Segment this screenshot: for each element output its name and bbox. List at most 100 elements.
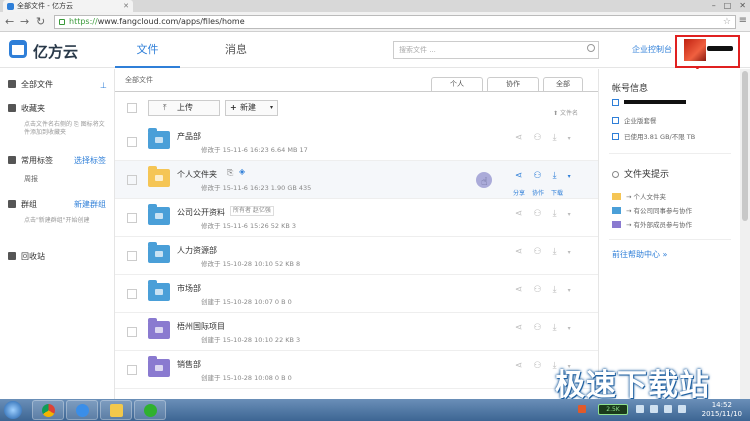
taskbar-app-s[interactable] <box>66 400 98 420</box>
download-icon[interactable]: ⤓ <box>553 285 557 295</box>
search-icon[interactable] <box>587 44 595 52</box>
sidebar-item-trash[interactable]: 回收站 <box>8 251 45 262</box>
tab-messages[interactable]: 消息 <box>206 32 266 68</box>
search-input[interactable]: 搜索文件 ... <box>393 41 599 59</box>
collab-icon[interactable]: ⚇ <box>534 133 542 143</box>
file-name[interactable]: 人力资源部 <box>177 245 217 256</box>
select-tags-link[interactable]: 选择标签 <box>74 155 106 166</box>
sidebar-item-all-files[interactable]: 全部文件 <box>8 79 53 90</box>
filter-tab-personal[interactable]: 个人 <box>431 77 483 91</box>
chevron-down-icon[interactable]: ▾ <box>568 249 571 256</box>
taskbar-wechat[interactable] <box>134 400 166 420</box>
collab-icon[interactable]: ⚇ <box>534 171 542 181</box>
table-row[interactable]: 梧州国际项目 创建于 15-10-28 10:10 22 KB 3 ⋖ ⚇ ⤓ ▾ <box>115 313 598 351</box>
tray-icon[interactable] <box>650 405 658 413</box>
row-checkbox[interactable] <box>127 137 137 147</box>
reload-icon[interactable]: ↻ <box>36 15 45 28</box>
new-group-link[interactable]: 新建群组 <box>74 199 106 210</box>
file-name[interactable]: 梧州国际项目 <box>177 321 225 332</box>
row-checkbox[interactable] <box>127 365 137 375</box>
browser-tab[interactable]: 全部文件 - 亿方云 ✕ <box>3 0 133 12</box>
table-row[interactable]: 产品部 修改于 15-11-6 16:23 6.64 MB 17 ⋖ ⚇ ⤓ ▾ <box>115 123 598 161</box>
collab-icon[interactable]: ⚇ <box>534 361 542 371</box>
table-row[interactable]: 人力资源部 修改于 15-10-28 10:10 52 KB 8 ⋖ ⚇ ⤓ ▾ <box>115 237 598 275</box>
volume-icon[interactable] <box>664 405 672 413</box>
close-window-icon[interactable]: ✕ <box>739 1 746 10</box>
collab-icon[interactable]: ⚇ <box>534 209 542 219</box>
download-icon[interactable]: ⤓ <box>553 209 557 219</box>
collab-icon[interactable]: ⚇ <box>534 323 542 333</box>
sidebar-item-favorites[interactable]: 收藏夹 <box>8 103 45 114</box>
share-icon[interactable]: ⋖ <box>515 285 523 295</box>
breadcrumb[interactable]: 全部文件 <box>125 75 153 85</box>
clock[interactable]: 14:52 2015/11/10 <box>702 401 742 419</box>
tag-icon[interactable]: ◈ <box>239 167 245 176</box>
table-row[interactable]: 市场部 创建于 15-10-28 10:07 0 B 0 ⋖ ⚇ ⤓ ▾ <box>115 275 598 313</box>
file-name[interactable]: 销售部 <box>177 359 201 370</box>
file-name[interactable]: 个人文件夹 <box>177 169 217 180</box>
share-icon[interactable]: ⋖ <box>515 209 523 219</box>
table-row[interactable]: 销售部 创建于 15-10-28 10:08 0 B 0 ⋖ ⚇ ⤓ ▾ <box>115 351 598 389</box>
filter-tab-all[interactable]: 全部 <box>543 77 583 91</box>
download-icon[interactable]: ⤓ <box>553 247 557 257</box>
row-checkbox[interactable] <box>127 213 137 223</box>
download-icon[interactable]: ⤓ <box>553 133 557 143</box>
close-tab-icon[interactable]: ✕ <box>123 0 129 12</box>
sidebar-item-tags[interactable]: 常用标签 <box>8 155 53 166</box>
minimize-icon[interactable]: – <box>712 1 716 10</box>
taskbar-chrome[interactable] <box>32 400 64 420</box>
maximize-icon[interactable]: □ <box>724 1 732 10</box>
chevron-down-icon[interactable]: ▾ <box>568 135 571 142</box>
help-center-link[interactable]: 前往帮助中心 » <box>612 249 667 260</box>
bookmark-star-icon[interactable]: ☆ <box>723 16 731 28</box>
sogou-icon[interactable] <box>578 405 586 413</box>
share-icon[interactable]: ⋖ <box>515 133 523 143</box>
tree-view-icon[interactable]: ⊥ <box>100 81 107 90</box>
row-action-label[interactable]: 分享 <box>513 188 525 197</box>
table-row[interactable]: 公司公开资料 修改于 15-11-6 15:26 52 KB 3 所有者 赵亿强 ⋖ ⚇… <box>115 199 598 237</box>
file-name[interactable]: 公司公开资料 <box>177 207 225 218</box>
forward-icon[interactable]: → <box>20 15 29 28</box>
share-icon[interactable]: ⋖ <box>515 361 523 371</box>
row-checkbox[interactable] <box>127 327 137 337</box>
scrollbar-thumb[interactable] <box>742 71 748 221</box>
share-icon[interactable]: ⋖ <box>515 171 523 181</box>
admin-console-link[interactable]: 企业控制台 <box>632 44 672 55</box>
row-checkbox[interactable] <box>127 175 137 185</box>
new-button[interactable]: + 新建 ▾ <box>225 100 278 116</box>
taskbar-explorer[interactable] <box>100 400 132 420</box>
tab-files[interactable]: 文件 <box>115 32 180 68</box>
sort-by-name[interactable]: ⬆ 文件名 <box>553 108 578 117</box>
avatar[interactable] <box>684 39 706 61</box>
file-name[interactable]: 市场部 <box>177 283 201 294</box>
browser-menu-icon[interactable]: ≡ <box>739 15 747 26</box>
download-icon[interactable]: ⤓ <box>553 171 557 181</box>
upload-button[interactable]: ⤒ 上传 <box>148 100 220 116</box>
row-action-label[interactable]: 下载 <box>551 188 563 197</box>
file-name[interactable]: 产品部 <box>177 131 201 142</box>
chevron-down-icon[interactable]: ▾ <box>568 325 571 332</box>
row-checkbox[interactable] <box>127 289 137 299</box>
chevron-down-icon[interactable]: ▾ <box>568 211 571 218</box>
bookmark-icon[interactable]: ⎘ <box>227 168 233 178</box>
download-icon[interactable]: ⤓ <box>553 323 557 333</box>
row-checkbox[interactable] <box>127 251 137 261</box>
filter-tab-collab[interactable]: 协作 <box>487 77 539 91</box>
back-icon[interactable]: ← <box>5 15 14 28</box>
start-button[interactable] <box>0 399 26 421</box>
network-icon[interactable] <box>678 405 686 413</box>
sidebar-item-groups[interactable]: 群组 <box>8 199 37 210</box>
scrollbar[interactable] <box>740 69 750 399</box>
tray-icon[interactable] <box>636 405 644 413</box>
chevron-down-icon[interactable]: ▾ <box>568 287 571 294</box>
table-row[interactable]: 个人文件夹 修改于 15-11-6 16:23 1.90 GB 435 ⋖ ⚇ ⤓ ▾ 分享… <box>115 161 598 199</box>
chevron-down-icon[interactable]: ▾ <box>568 173 571 180</box>
share-icon[interactable]: ⋖ <box>515 323 523 333</box>
row-action-label[interactable]: 协作 <box>532 188 544 197</box>
collab-icon[interactable]: ⚇ <box>534 247 542 257</box>
collab-icon[interactable]: ⚇ <box>534 285 542 295</box>
share-icon[interactable]: ⋖ <box>515 247 523 257</box>
url-input[interactable]: https://www.fangcloud.com/apps/files/hom… <box>54 15 736 29</box>
tag-item-weekly[interactable]: 周报 <box>24 175 38 183</box>
select-all-checkbox[interactable] <box>127 103 137 113</box>
